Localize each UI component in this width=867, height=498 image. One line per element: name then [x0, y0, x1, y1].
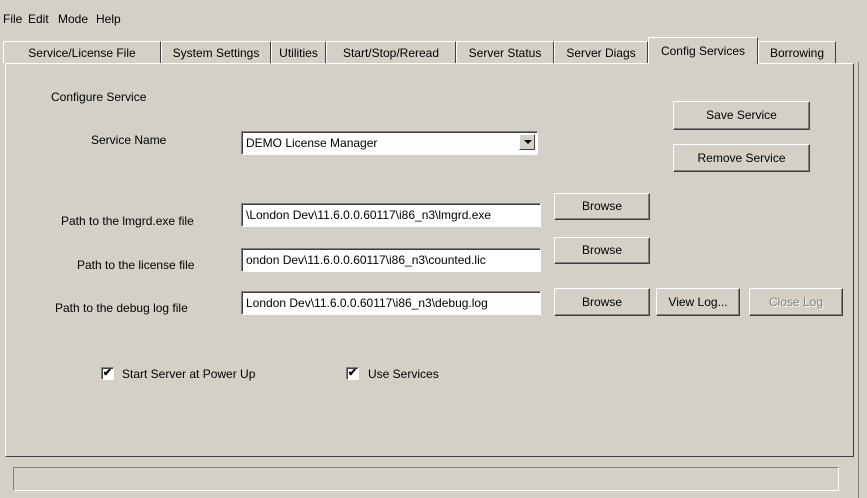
service-name-combo[interactable]: DEMO License Manager: [241, 131, 538, 155]
lmgrd-path-input[interactable]: \London Dev\11.6.0.0.60117\i86_n3\lmgrd.…: [241, 203, 541, 227]
use-services-checkbox[interactable]: ✔: [346, 367, 359, 380]
tab-system-settings[interactable]: System Settings: [161, 41, 271, 63]
browse-lmgrd-button[interactable]: Browse: [554, 193, 650, 220]
status-bar: [13, 467, 839, 491]
tab-server-status[interactable]: Server Status: [456, 41, 554, 63]
license-path-input[interactable]: ondon Dev\11.6.0.0.60117\i86_n3\counted.…: [241, 248, 541, 272]
configure-service-label: Configure Service: [51, 90, 147, 104]
service-name-label: Service Name: [91, 133, 167, 147]
remove-service-button[interactable]: Remove Service: [673, 144, 810, 172]
tab-utilities[interactable]: Utilities: [271, 41, 326, 63]
chevron-down-icon[interactable]: [519, 134, 535, 150]
view-log-button[interactable]: View Log...: [656, 288, 740, 316]
start-server-checkbox[interactable]: ✔: [101, 367, 114, 380]
menu-mode[interactable]: Mode: [58, 12, 88, 26]
tab-config-services[interactable]: Config Services: [648, 37, 758, 64]
save-service-button[interactable]: Save Service: [673, 101, 810, 130]
browse-debug-log-button[interactable]: Browse: [554, 288, 650, 316]
start-server-label: Start Server at Power Up: [122, 367, 256, 381]
close-log-button[interactable]: Close Log: [749, 288, 843, 316]
tab-service-license-file[interactable]: Service/License File: [3, 41, 161, 63]
debug-log-path-label: Path to the debug log file: [55, 301, 188, 315]
service-name-value: DEMO License Manager: [246, 136, 378, 150]
menu-file[interactable]: File: [3, 12, 22, 26]
browse-license-button[interactable]: Browse: [554, 237, 650, 264]
menu-edit[interactable]: Edit: [28, 12, 49, 26]
tab-server-diags[interactable]: Server Diags: [554, 41, 648, 63]
debug-log-path-input[interactable]: London Dev\11.6.0.0.60117\i86_n3\debug.l…: [241, 291, 541, 315]
menu-help[interactable]: Help: [96, 12, 121, 26]
tab-borrowing[interactable]: Borrowing: [758, 41, 836, 63]
lmgrd-path-label: Path to the lmgrd.exe file: [61, 214, 194, 228]
menu-bar: File Edit Mode Help: [0, 10, 867, 30]
title-strip: [0, 0, 867, 8]
window-edge: [858, 62, 867, 498]
use-services-label: Use Services: [368, 367, 439, 381]
tab-start-stop-reread[interactable]: Start/Stop/Reread: [326, 41, 456, 63]
license-path-label: Path to the license file: [77, 258, 195, 272]
